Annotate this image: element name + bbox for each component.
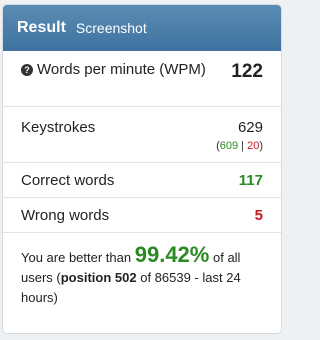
wrong-words-row: Wrong words 5 xyxy=(3,198,281,233)
wpm-value: 122 xyxy=(231,61,263,82)
panel-header: Result Screenshot xyxy=(3,5,281,51)
keystrokes-correct: 609 xyxy=(219,140,239,152)
summary-prefix: You are better than xyxy=(21,250,132,265)
keystrokes-wrong: 20 xyxy=(247,140,260,152)
keystrokes-value: 629 xyxy=(237,119,263,136)
wrong-words-label: Wrong words xyxy=(21,207,110,224)
wpm-label-wrap: ? Words per minute (WPM) xyxy=(21,61,206,79)
percentile-value: 99.42% xyxy=(134,242,210,267)
wpm-label: Words per minute (WPM) xyxy=(37,61,206,78)
keystrokes-row: Keystrokes 629 (609 | 20) xyxy=(3,107,281,163)
summary-text: You are better than 99.42% of all users … xyxy=(21,242,267,308)
keystrokes-label: Keystrokes xyxy=(21,119,96,136)
result-panel: Result Screenshot ? Words per minute (WPM… xyxy=(2,4,282,334)
correct-words-row: Correct words 117 xyxy=(3,163,281,198)
correct-words-label: Correct words xyxy=(21,172,115,189)
wpm-row: ? Words per minute (WPM) 122 xyxy=(3,51,281,107)
question-circle-icon[interactable]: ? xyxy=(21,64,33,76)
keystrokes-separator: | xyxy=(241,140,245,152)
wrong-words-value: 5 xyxy=(254,207,263,224)
panel-title: Result xyxy=(17,19,66,36)
correct-words-value: 117 xyxy=(238,172,263,189)
position-label: position 502 xyxy=(60,270,137,285)
screenshot-link[interactable]: Screenshot xyxy=(76,20,147,36)
keystrokes-breakdown: (609 | 20) xyxy=(216,140,263,152)
